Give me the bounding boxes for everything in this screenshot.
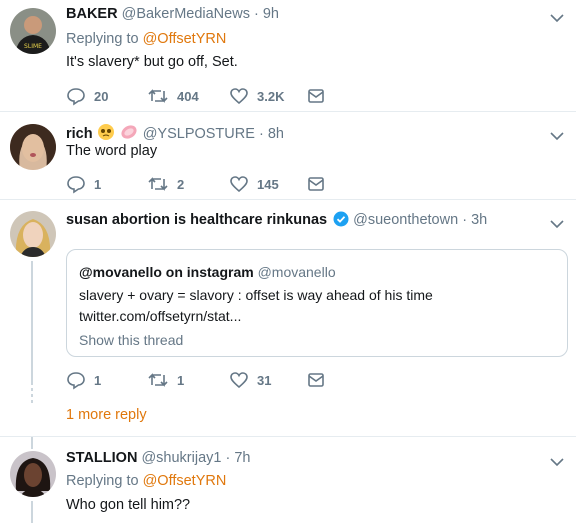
show-thread-link[interactable]: Show this thread xyxy=(79,332,183,348)
quoted-tweet[interactable]: @movanello on instagram @movanello slave… xyxy=(66,249,568,357)
timestamp[interactable]: 7h xyxy=(234,450,250,466)
avatar[interactable] xyxy=(10,451,56,497)
tweet-text: Who gon tell him?? xyxy=(66,497,191,513)
reply-button[interactable]: 1 xyxy=(66,370,101,390)
tweet-susan[interactable]: susan abortion is healthcare rinkunas @s… xyxy=(0,0,576,437)
like-count: 31 xyxy=(257,372,272,388)
reply-count: 1 xyxy=(94,372,102,388)
thread-line xyxy=(31,261,33,385)
author-handle[interactable]: @sueonthetown xyxy=(353,212,458,228)
thread-line xyxy=(31,501,33,523)
retweet-button[interactable]: 1 xyxy=(147,370,184,390)
quoted-text: slavery + ovary = slavory : offset is wa… xyxy=(79,287,433,303)
verified-icon xyxy=(333,211,349,227)
replying-label: Replying to xyxy=(66,473,139,489)
dm-button[interactable] xyxy=(307,370,325,390)
author-name[interactable]: susan abortion is healthcare rinkunas xyxy=(66,212,327,228)
separator-dot: · xyxy=(462,212,468,228)
mention-link[interactable]: @OffsetYRN xyxy=(143,473,227,489)
chevron-down-icon[interactable] xyxy=(550,454,564,472)
chevron-down-icon[interactable] xyxy=(550,216,564,234)
retweet-icon xyxy=(148,373,168,387)
timestamp[interactable]: 3h xyxy=(471,212,487,228)
thread-line xyxy=(31,437,33,449)
dm-icon xyxy=(308,373,324,387)
separator-dot: · xyxy=(225,450,231,466)
tweet-stallion[interactable]: STALLION @shukrijay1 · 7h Replying to @O… xyxy=(0,437,576,523)
quoted-link[interactable]: twitter.com/offsetyrn/stat... xyxy=(79,308,241,324)
avatar[interactable] xyxy=(10,211,56,257)
author-name[interactable]: STALLION xyxy=(66,450,137,466)
author-handle[interactable]: @shukrijay1 xyxy=(141,450,221,466)
retweet-count: 1 xyxy=(177,372,185,388)
like-button[interactable]: 31 xyxy=(229,370,271,390)
like-icon xyxy=(230,372,248,389)
quoted-author-name: @movanello on instagram xyxy=(79,264,254,280)
quoted-author-handle: @movanello xyxy=(257,264,336,280)
reply-icon xyxy=(67,372,85,390)
thread-dots xyxy=(31,388,33,403)
more-replies-link[interactable]: 1 more reply xyxy=(66,407,147,423)
